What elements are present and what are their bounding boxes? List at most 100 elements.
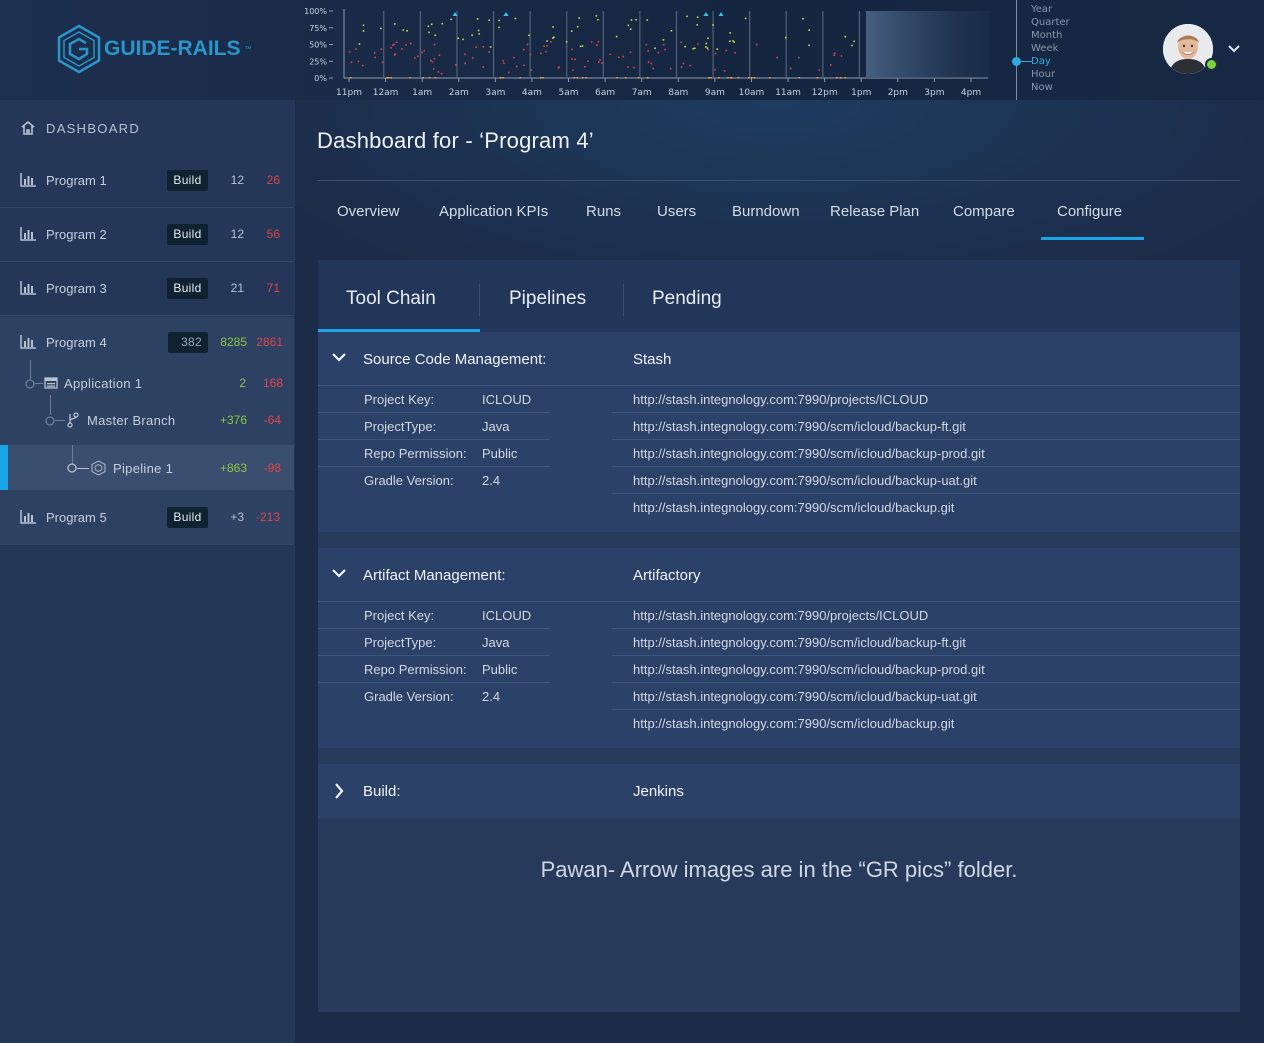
pipeline-errors: -98 [263,461,281,475]
chevron-down-icon[interactable] [331,567,347,579]
program-count: 21 [230,281,244,295]
repo-url[interactable]: http://stash.integnology.com:7990/projec… [633,392,928,407]
tree-connector [55,420,65,421]
repo-url-row[interactable]: http://stash.integnology.com:7990/scm/ic… [612,440,1240,467]
activity-point [652,67,654,70]
subtab-tool-chain[interactable]: Tool Chain [346,288,436,310]
branch-name[interactable]: Master Branch [87,413,175,428]
repo-url-row[interactable]: http://stash.integnology.com:7990/scm/ic… [612,683,1240,710]
section-header[interactable]: Build: Jenkins [318,764,1240,818]
section-header[interactable]: Artifact Management: Artifactory [318,548,1240,602]
page-title: Dashboard for - ‘Program 4’ [317,128,594,153]
subtab-pending[interactable]: Pending [652,288,722,310]
repo-url-row[interactable]: http://stash.integnology.com:7990/scm/ic… [612,710,1240,737]
tab-compare[interactable]: Compare [953,203,1015,220]
activity-point [627,24,630,27]
range-indicator-dot [1012,57,1021,66]
activity-point [670,29,673,32]
tab-runs[interactable]: Runs [586,203,621,220]
activity-point [669,67,672,70]
activity-point [851,44,853,47]
activity-point [706,47,709,49]
repo-url[interactable]: http://stash.integnology.com:7990/scm/ic… [633,500,954,515]
range-hour[interactable]: Hour [1031,69,1055,80]
build-badge[interactable]: Build [167,170,208,191]
section-header[interactable]: Source Code Management: Stash [318,332,1240,386]
sidebar-item-program-4[interactable]: Program 4 382 8285 2861 [0,316,294,370]
activity-point [693,47,696,50]
chevron-down-icon[interactable] [1227,44,1241,54]
program-badge-count[interactable]: 382 [168,332,208,353]
activity-point [734,52,736,54]
property-key: ProjectType: [364,635,437,650]
activity-timeline[interactable]: 100% 75% 50% 25% 0% 11pm 12am 1am 2am 3am 4am 5am 6a… [300,0,1000,100]
subtab-pipelines[interactable]: Pipelines [509,288,586,310]
sidebar-item-program-1[interactable]: Program 1 Build 12 26 [0,154,294,208]
repo-url[interactable]: http://stash.integnology.com:7990/scm/ic… [633,419,966,434]
activity-point [692,47,694,50]
build-badge[interactable]: Build [167,507,208,528]
repo-url[interactable]: http://stash.integnology.com:7990/scm/ic… [633,716,954,731]
repo-url[interactable]: http://stash.integnology.com:7990/scm/ic… [633,689,977,704]
repo-url-row[interactable]: http://stash.integnology.com:7990/projec… [612,386,1240,413]
tab-users[interactable]: Users [657,203,696,220]
tab-configure[interactable]: Configure [1057,203,1122,220]
range-week[interactable]: Week [1031,43,1058,54]
repo-url-row[interactable]: http://stash.integnology.com:7990/scm/ic… [612,467,1240,494]
x-tick-label: 3am [485,88,505,98]
property-key: Project Key: [364,608,435,623]
activity-point [386,77,388,79]
sidebar-item-program-5[interactable]: Program 5 Build +3 -213 [0,491,294,545]
range-month[interactable]: Month [1031,30,1062,41]
activity-point [576,77,579,79]
activity-point [802,17,804,20]
chevron-down-icon[interactable] [331,351,347,363]
sidebar-item-program-2[interactable]: Program 2 Build 12 56 [0,208,294,262]
section-tool-name: Artifactory [633,567,701,584]
program-errors: 56 [266,227,280,241]
activity-point [597,61,600,63]
activity-point [530,69,533,71]
activity-point [609,53,611,56]
tab-burndown[interactable]: Burndown [732,203,800,220]
section-source-code-management: Source Code Management: Stash Project Ke… [318,332,1240,532]
activity-point [818,69,821,71]
repo-url[interactable]: http://stash.integnology.com:7990/scm/ic… [633,446,985,461]
repo-url-row[interactable]: http://stash.integnology.com:7990/projec… [612,602,1240,629]
section-build: Build: Jenkins [318,764,1240,818]
tab-overview[interactable]: Overview [337,203,400,220]
repo-url-row[interactable]: http://stash.integnology.com:7990/scm/ic… [612,656,1240,683]
repo-url[interactable]: http://stash.integnology.com:7990/scm/ic… [633,635,966,650]
chevron-right-icon[interactable] [333,782,345,800]
activity-point [590,41,593,43]
activity-point [528,34,530,37]
build-badge[interactable]: Build [167,278,208,299]
repo-url-row[interactable]: http://stash.integnology.com:7990/scm/ic… [612,494,1240,521]
range-now[interactable]: Now [1031,82,1053,93]
range-year[interactable]: Year [1031,4,1052,15]
sidebar-item-program-3[interactable]: Program 3 Build 21 71 [0,262,294,316]
logo[interactable]: GUIDE-RAILS ™ [56,24,252,74]
x-tick-label: 11pm [336,88,362,98]
pipeline-name[interactable]: Pipeline 1 [113,461,173,476]
activity-point [712,24,714,26]
x-tick-label: 7am [632,88,652,98]
range-day[interactable]: Day [1031,56,1051,67]
range-quarter[interactable]: Quarter [1031,17,1070,28]
activity-point [433,57,436,60]
sidebar-dashboard-link[interactable]: DASHBOARD [20,118,140,138]
active-indicator [0,445,8,490]
repo-url[interactable]: http://stash.integnology.com:7990/scm/ic… [633,473,977,488]
application-name[interactable]: Application 1 [64,376,142,391]
repo-url-row[interactable]: http://stash.integnology.com:7990/scm/ic… [612,413,1240,440]
build-badge[interactable]: Build [167,224,208,245]
tab-release-plan[interactable]: Release Plan [830,203,919,220]
repo-url[interactable]: http://stash.integnology.com:7990/scm/ic… [633,662,985,677]
activity-point [433,43,436,46]
time-range-selector[interactable]: Year Quarter Month Week Day Hour Now [1012,0,1106,100]
activity-point [597,18,599,21]
tab-application-kpis[interactable]: Application KPIs [439,203,548,220]
repo-url-row[interactable]: http://stash.integnology.com:7990/scm/ic… [612,629,1240,656]
activity-point [755,43,758,46]
repo-url[interactable]: http://stash.integnology.com:7990/projec… [633,608,928,623]
